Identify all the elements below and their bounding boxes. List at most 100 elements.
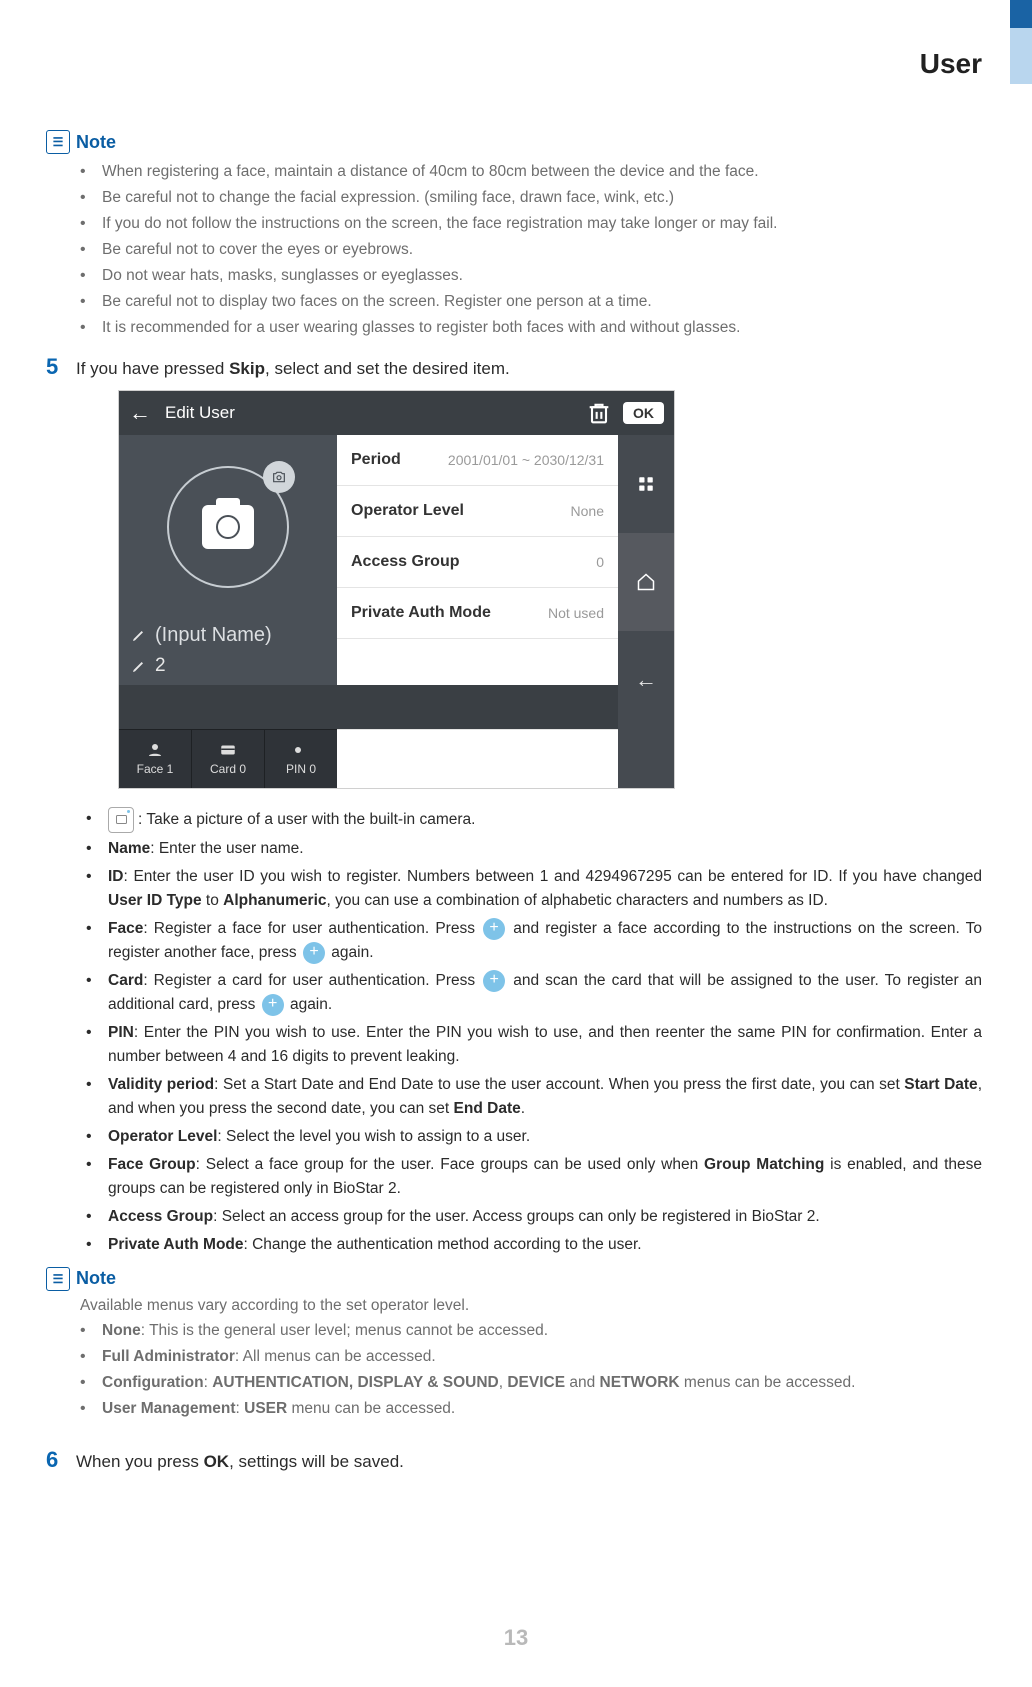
desc-id: ID: Enter the user ID you wish to regist… [86,865,982,913]
back-icon[interactable]: ← [129,400,151,426]
field-access-group[interactable]: Access Group 0 [337,537,618,588]
desc-access-group: Access Group: Select an access group for… [86,1205,982,1229]
desc-bold: AUTHENTICATION, DISPLAY & SOUND [212,1374,499,1391]
desc-text: : Select the level you wish to assign to… [217,1128,530,1145]
desc-bold: Start Date [904,1076,977,1093]
desc-text: again. [286,996,333,1013]
step5-bold: Skip [229,359,265,378]
note2-item-none: None: This is the general user level; me… [80,1319,982,1343]
field-label: Access Group [351,553,459,571]
side-tab-bottom [1010,28,1032,84]
step5-pre: If you have pressed [76,359,229,378]
field-descriptions: : Take a picture of a user with the buil… [46,807,982,1257]
desc-text: menu can be accessed. [287,1400,455,1417]
desc-text: . [521,1100,525,1117]
key-icon [292,741,310,759]
device-side-nav: ← [618,435,674,729]
field-period[interactable]: Period 2001/01/01 ~ 2030/12/31 [337,435,618,486]
desc-bold: Validity period [108,1076,214,1093]
desc-text: : Select a face group for the user. Face… [196,1156,704,1173]
desc-text: again. [327,944,374,961]
note2-item-um: User Management: USER menu can be access… [80,1397,982,1421]
desc-text: , you can use a combination of alphabeti… [327,892,828,909]
desc-bold: End Date [454,1100,521,1117]
side-tab-top [1010,0,1032,28]
desc-pin: PIN: Enter the PIN you wish to use. Ente… [86,1021,982,1069]
field-label: Period [351,451,401,469]
desc-text: : Register a card for user authenticatio… [143,972,481,989]
home-icon[interactable] [618,533,674,631]
desc-bold: Full Administrator [102,1348,235,1365]
note1-item: If you do not follow the instructions on… [80,212,982,236]
ok-button[interactable]: OK [623,402,664,424]
field-private-auth-mode[interactable]: Private Auth Mode Not used [337,588,618,639]
desc-text: : Register a face for user authenticatio… [143,920,481,937]
id-input-row[interactable]: 2 [119,651,337,685]
desc-camera: : Take a picture of a user with the buil… [86,807,982,833]
note1-item: Be careful not to display two faces on t… [80,290,982,314]
desc-bold: DEVICE [507,1374,565,1391]
desc-bold: Configuration [102,1374,204,1391]
delete-icon[interactable] [585,399,613,427]
desc-bold: User ID Type [108,892,202,909]
step-text: When you press OK, settings will be save… [76,1447,404,1475]
desc-bold: ID [108,868,124,885]
desc-bold: User Management [102,1400,236,1417]
note1-item: When registering a face, maintain a dist… [80,160,982,184]
credential-pin[interactable]: PIN 0 [265,730,337,788]
note2-item-cfg: Configuration: AUTHENTICATION, DISPLAY &… [80,1371,982,1395]
user-id-value: 2 [155,655,166,677]
edit-icon [131,627,147,643]
desc-bold: Access Group [108,1208,213,1225]
note2-lead: Available menus vary according to the se… [46,1297,982,1315]
plus-icon: + [262,994,284,1016]
note1-list: When registering a face, maintain a dist… [46,160,982,340]
back-nav-icon[interactable]: ← [618,631,674,729]
note-icon: ☰ [46,130,70,154]
take-photo-badge[interactable] [263,461,295,493]
credential-card[interactable]: Card 0 [192,730,265,788]
field-label: Private Auth Mode [351,604,491,622]
apps-icon[interactable] [618,435,674,533]
desc-text: and [565,1374,599,1391]
credential-label: PIN 0 [286,762,316,776]
desc-face-group: Face Group: Select a face group for the … [86,1153,982,1201]
step5-post: , select and set the desired item. [265,359,510,378]
desc-face: Face: Register a face for user authentic… [86,917,982,965]
desc-bold: Card [108,972,143,989]
desc-bold: Group Matching [704,1156,824,1173]
page-number: 13 [0,1625,1032,1651]
name-input-row[interactable]: (Input Name) [119,620,337,651]
desc-text: : Select an access group for the user. A… [213,1208,820,1225]
desc-text: menus can be accessed. [680,1374,856,1391]
plus-icon: + [483,918,505,940]
desc-text: : This is the general user level; menus … [141,1322,548,1339]
field-operator-level[interactable]: Operator Level None [337,486,618,537]
desc-text: : Take a picture of a user with the buil… [138,811,475,828]
edit-icon [131,658,147,674]
step6-pre: When you press [76,1452,204,1471]
desc-private-auth: Private Auth Mode: Change the authentica… [86,1233,982,1257]
desc-bold: USER [244,1400,287,1417]
screen-title: Edit User [165,403,585,423]
device-titlebar: ← Edit User OK [119,391,674,435]
note1-item: Do not wear hats, masks, sunglasses or e… [80,264,982,288]
step6-post: , settings will be saved. [229,1452,404,1471]
desc-text: : Change the authentication method accor… [244,1236,642,1253]
step-6: 6 When you press OK, settings will be sa… [46,1447,982,1475]
input-name-placeholder: (Input Name) [155,624,272,647]
desc-text: : Enter the user ID you wish to register… [124,868,983,885]
desc-text: : Enter the user name. [150,840,303,857]
credential-face[interactable]: Face 1 [119,730,192,788]
note-heading-2: ☰ Note [46,1267,982,1291]
desc-bold: None [102,1322,141,1339]
step-number: 5 [46,354,76,380]
note-heading-1: ☰ Note [46,130,982,154]
desc-bold: Face [108,920,143,937]
page-title: User [40,48,982,80]
desc-validity: Validity period: Set a Start Date and En… [86,1073,982,1121]
camera-placeholder-icon [202,505,254,549]
desc-bold: Private Auth Mode [108,1236,244,1253]
desc-bold: Name [108,840,150,857]
desc-name: Name: Enter the user name. [86,837,982,861]
